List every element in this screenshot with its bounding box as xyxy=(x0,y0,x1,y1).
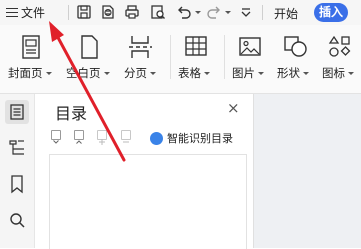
collapse-all-icon[interactable] xyxy=(74,130,84,144)
toc-panel: 目录 × 智能识别目录 xyxy=(35,94,253,249)
cover-page-label: 封面页 xyxy=(8,65,52,81)
chevron-down-icon xyxy=(258,71,264,75)
undo-icon[interactable] xyxy=(176,4,192,20)
navigation-button[interactable] xyxy=(5,136,29,160)
tab-start[interactable]: 开始 xyxy=(274,5,298,22)
top-menu-bar: 文件 开始 插入 xyxy=(0,0,361,25)
picture-button[interactable]: 图片 xyxy=(232,35,270,87)
icons-button[interactable]: 图标 xyxy=(322,35,360,87)
picture-label: 图片 xyxy=(232,65,264,81)
smart-toc-label: 智能识别目录 xyxy=(167,132,233,145)
tab-insert[interactable]: 插入 xyxy=(314,3,348,22)
undo-dropdown-icon[interactable] xyxy=(195,11,201,14)
chevron-down-icon xyxy=(303,71,309,75)
left-sidebar xyxy=(0,94,35,248)
chevron-down-icon xyxy=(103,71,110,75)
add-heading-icon[interactable] xyxy=(97,130,107,145)
shape-button[interactable]: 形状 xyxy=(277,35,315,87)
toc-content-area xyxy=(49,154,247,249)
print-icon[interactable] xyxy=(124,4,140,20)
toc-panel-title: 目录 xyxy=(55,104,88,123)
table-button[interactable]: 表格 xyxy=(178,35,218,87)
divider xyxy=(170,35,171,79)
hamburger-icon xyxy=(6,8,18,17)
chevron-down-icon xyxy=(45,71,52,75)
shape-label: 形状 xyxy=(277,65,309,81)
export-pdf-icon[interactable] xyxy=(100,4,116,20)
navigation-icon xyxy=(9,140,24,155)
redo-dropdown-icon[interactable] xyxy=(225,11,231,14)
redo-icon[interactable] xyxy=(206,4,222,20)
blank-page-label: 空白页 xyxy=(66,65,110,81)
outline-button[interactable] xyxy=(5,100,29,124)
smart-toc-icon xyxy=(150,131,163,145)
print-preview-icon[interactable] xyxy=(150,4,166,20)
divider xyxy=(68,5,69,20)
search-icon xyxy=(10,213,25,228)
picture-icon xyxy=(239,37,261,56)
search-button[interactable] xyxy=(5,208,29,232)
divider xyxy=(262,5,263,20)
page-break-label: 分页 xyxy=(124,65,156,81)
outline-icon xyxy=(10,104,24,120)
blank-page-icon xyxy=(81,35,98,59)
page-break-button[interactable]: 分页 xyxy=(124,35,162,87)
cover-page-button[interactable]: 封面页 xyxy=(8,35,56,87)
file-menu-button[interactable]: 文件 xyxy=(6,3,45,22)
remove-heading-icon[interactable] xyxy=(121,130,131,143)
save-icon[interactable] xyxy=(76,4,92,20)
document-area xyxy=(253,94,361,248)
table-icon xyxy=(185,36,207,56)
cover-page-icon xyxy=(22,35,40,59)
icons-label: 图标 xyxy=(322,65,354,81)
smart-toc-button[interactable]: 智能识别目录 xyxy=(150,130,233,146)
chevron-down-icon xyxy=(348,71,354,75)
bookmark-icon xyxy=(11,175,23,194)
bookmark-button[interactable] xyxy=(5,172,29,196)
table-label: 表格 xyxy=(178,65,210,81)
more-chevron-icon[interactable] xyxy=(238,4,254,20)
icons-icon xyxy=(328,35,351,57)
chevron-down-icon xyxy=(150,71,156,75)
shape-icon xyxy=(284,36,307,57)
divider xyxy=(224,35,225,79)
close-icon[interactable]: × xyxy=(227,99,240,117)
expand-all-icon[interactable] xyxy=(51,130,61,144)
chevron-down-icon xyxy=(204,71,210,75)
page-break-icon xyxy=(129,36,152,58)
ribbon-toolbar: 封面页 空白页 分页 表格 图片 形状 图标 xyxy=(0,25,361,94)
file-menu-label: 文件 xyxy=(21,6,46,20)
blank-page-button[interactable]: 空白页 xyxy=(66,35,114,87)
